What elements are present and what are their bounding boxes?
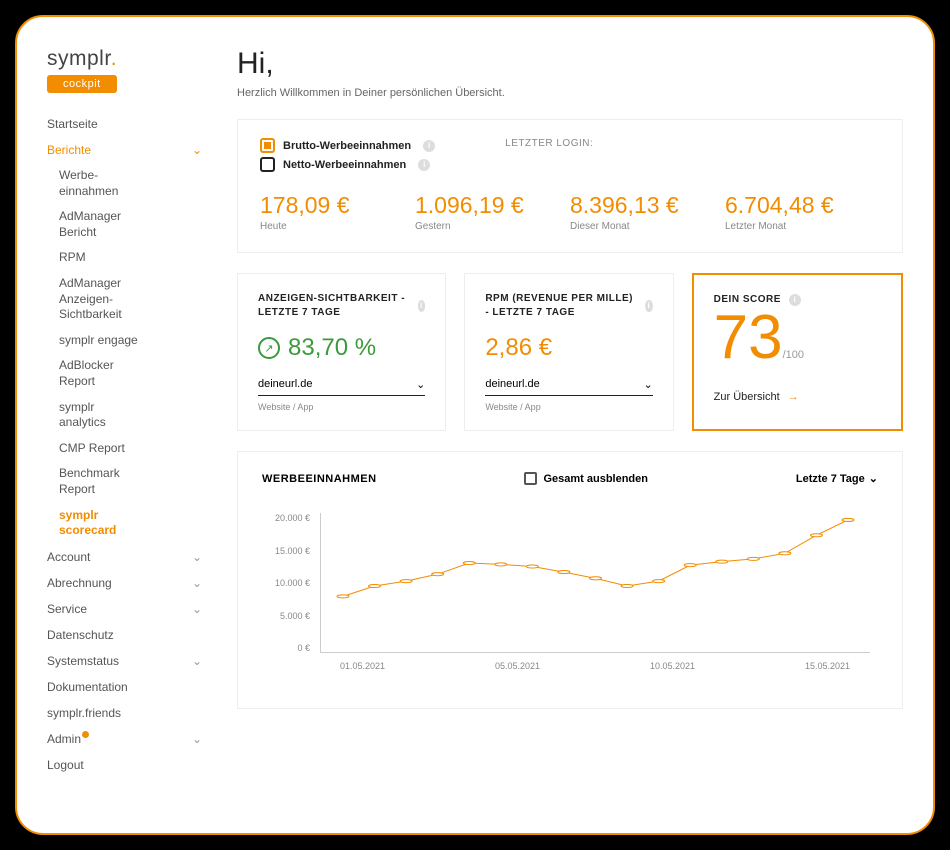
stat-gestern: 1.096,19 € Gestern	[415, 192, 570, 232]
chart-hide-total[interactable]: Gesamt ausblenden	[524, 472, 648, 485]
nav-werbeeinnahmen[interactable]: Werbe- einnahmen	[59, 163, 202, 204]
arrow-right-icon: →	[788, 391, 799, 403]
chevron-down-icon: ⌄	[192, 602, 202, 616]
website-select[interactable]: deineurl.de⌄	[485, 378, 652, 396]
rpm-value: 2,86 €	[485, 334, 652, 362]
chevron-down-icon: ⌄	[416, 378, 425, 391]
nav-rpm[interactable]: RPM	[59, 245, 202, 271]
stat-heute: 178,09 € Heute	[260, 192, 415, 232]
score-value: 73/100	[714, 307, 881, 369]
brutto-toggle[interactable]: Brutto-Werbeeinnahmen i	[260, 138, 435, 153]
x-axis-labels: 01.05.202105.05.202110.05.202115.05.2021	[320, 661, 870, 671]
info-icon[interactable]: i	[418, 300, 426, 312]
summary-card: Brutto-Werbeeinnahmen i Netto-Werbeeinna…	[237, 119, 903, 253]
chevron-down-icon: ⌄	[192, 550, 202, 564]
nav-startseite[interactable]: Startseite	[47, 111, 202, 137]
netto-toggle[interactable]: Netto-Werbeeinnahmen i	[260, 157, 435, 172]
score-overview-link[interactable]: Zur Übersicht→	[714, 391, 881, 403]
score-card: DEIN SCOREi 73/100 Zur Übersicht→	[692, 273, 903, 431]
nav-engage[interactable]: symplr engage	[59, 328, 202, 354]
sidebar: symplr. cockpit Startseite Berichte⌄ Wer…	[47, 47, 202, 833]
cockpit-badge: cockpit	[47, 75, 117, 93]
nav-account[interactable]: Account⌄	[47, 544, 202, 570]
nav: Startseite Berichte⌄ Werbe- einnahmen Ad…	[47, 111, 202, 778]
nav-benchmark[interactable]: Benchmark Report	[59, 461, 202, 502]
nav-anzeigen-sichtbarkeit[interactable]: AdManager Anzeigen- Sichtbarkeit	[59, 271, 202, 328]
sichtbarkeit-value: ↗ 83,70 %	[258, 334, 425, 362]
chevron-down-icon: ⌄	[643, 378, 652, 391]
arrow-up-icon: ↗	[258, 337, 280, 359]
nav-service[interactable]: Service⌄	[47, 596, 202, 622]
nav-admanager-bericht[interactable]: AdManager Bericht	[59, 204, 202, 245]
main: Hi, Herzlich Willkommen in Deiner persön…	[202, 47, 903, 833]
notification-dot-icon	[82, 731, 89, 738]
nav-cmp[interactable]: CMP Report	[59, 436, 202, 462]
select-sublabel: Website / App	[485, 402, 652, 412]
logo: symplr. cockpit	[47, 47, 202, 93]
page-subtitle: Herzlich Willkommen in Deiner persönlich…	[237, 87, 903, 99]
nav-logout[interactable]: Logout	[47, 752, 202, 778]
stat-monat: 8.396,13 € Dieser Monat	[570, 192, 725, 232]
website-select[interactable]: deineurl.de⌄	[258, 378, 425, 396]
nav-abrechnung[interactable]: Abrechnung⌄	[47, 570, 202, 596]
chevron-down-icon: ⌄	[192, 576, 202, 590]
stat-letzter-monat: 6.704,48 € Letzter Monat	[725, 192, 880, 232]
stats-row: 178,09 € Heute 1.096,19 € Gestern 8.396,…	[260, 192, 880, 232]
chart-period-select[interactable]: Letzte 7 Tage⌄	[796, 472, 878, 485]
select-sublabel: Website / App	[258, 402, 425, 412]
logo-text: symplr.	[47, 47, 202, 71]
page-title: Hi,	[237, 47, 903, 81]
nav-admin[interactable]: Admin⌄	[47, 726, 202, 752]
nav-datenschutz[interactable]: Datenschutz	[47, 622, 202, 648]
nav-dokumentation[interactable]: Dokumentation	[47, 674, 202, 700]
chevron-down-icon: ⌄	[192, 654, 202, 668]
nav-analytics[interactable]: symplr analytics	[59, 395, 202, 436]
last-login-label: LETZTER LOGIN:	[505, 138, 593, 176]
nav-adblocker[interactable]: AdBlocker Report	[59, 353, 202, 394]
revenue-type-toggle: Brutto-Werbeeinnahmen i Netto-Werbeeinna…	[260, 138, 435, 176]
card-title: ANZEIGEN-SICHTBARKEIT - LETZTE 7 TAGEi	[258, 292, 425, 320]
chart-plot: 20.000 €15.000 €10.000 €5.000 €0 € 01.05…	[262, 513, 878, 688]
chevron-down-icon: ⌄	[869, 472, 878, 485]
checkbox-unchecked-icon	[260, 157, 275, 172]
info-icon[interactable]: i	[418, 159, 430, 171]
chevron-down-icon: ⌄	[192, 732, 202, 746]
rpm-card: RPM (REVENUE PER MILLE) - LETZTE 7 TAGEi…	[464, 273, 673, 431]
card-title: RPM (REVENUE PER MILLE) - LETZTE 7 TAGEi	[485, 292, 652, 320]
nav-berichte[interactable]: Berichte⌄	[47, 137, 202, 163]
checkbox-checked-icon	[260, 138, 275, 153]
nav-systemstatus[interactable]: Systemstatus⌄	[47, 648, 202, 674]
info-icon[interactable]: i	[789, 294, 801, 306]
checkbox-unchecked-icon	[524, 472, 537, 485]
chart-title: WERBEEINNAHMEN	[262, 473, 377, 485]
chart-card: WERBEEINNAHMEN Gesamt ausblenden Letzte …	[237, 451, 903, 709]
info-icon[interactable]: i	[423, 140, 435, 152]
info-icon[interactable]: i	[645, 300, 653, 312]
nav-scorecard[interactable]: symplr scorecard	[59, 503, 202, 544]
y-axis-labels: 20.000 €15.000 €10.000 €5.000 €0 €	[262, 513, 310, 653]
line-chart-svg	[321, 513, 870, 652]
chevron-down-icon: ⌄	[192, 143, 202, 157]
nav-berichte-sub: Werbe- einnahmen AdManager Bericht RPM A…	[47, 163, 202, 544]
sichtbarkeit-card: ANZEIGEN-SICHTBARKEIT - LETZTE 7 TAGEi ↗…	[237, 273, 446, 431]
nav-friends[interactable]: symplr.friends	[47, 700, 202, 726]
